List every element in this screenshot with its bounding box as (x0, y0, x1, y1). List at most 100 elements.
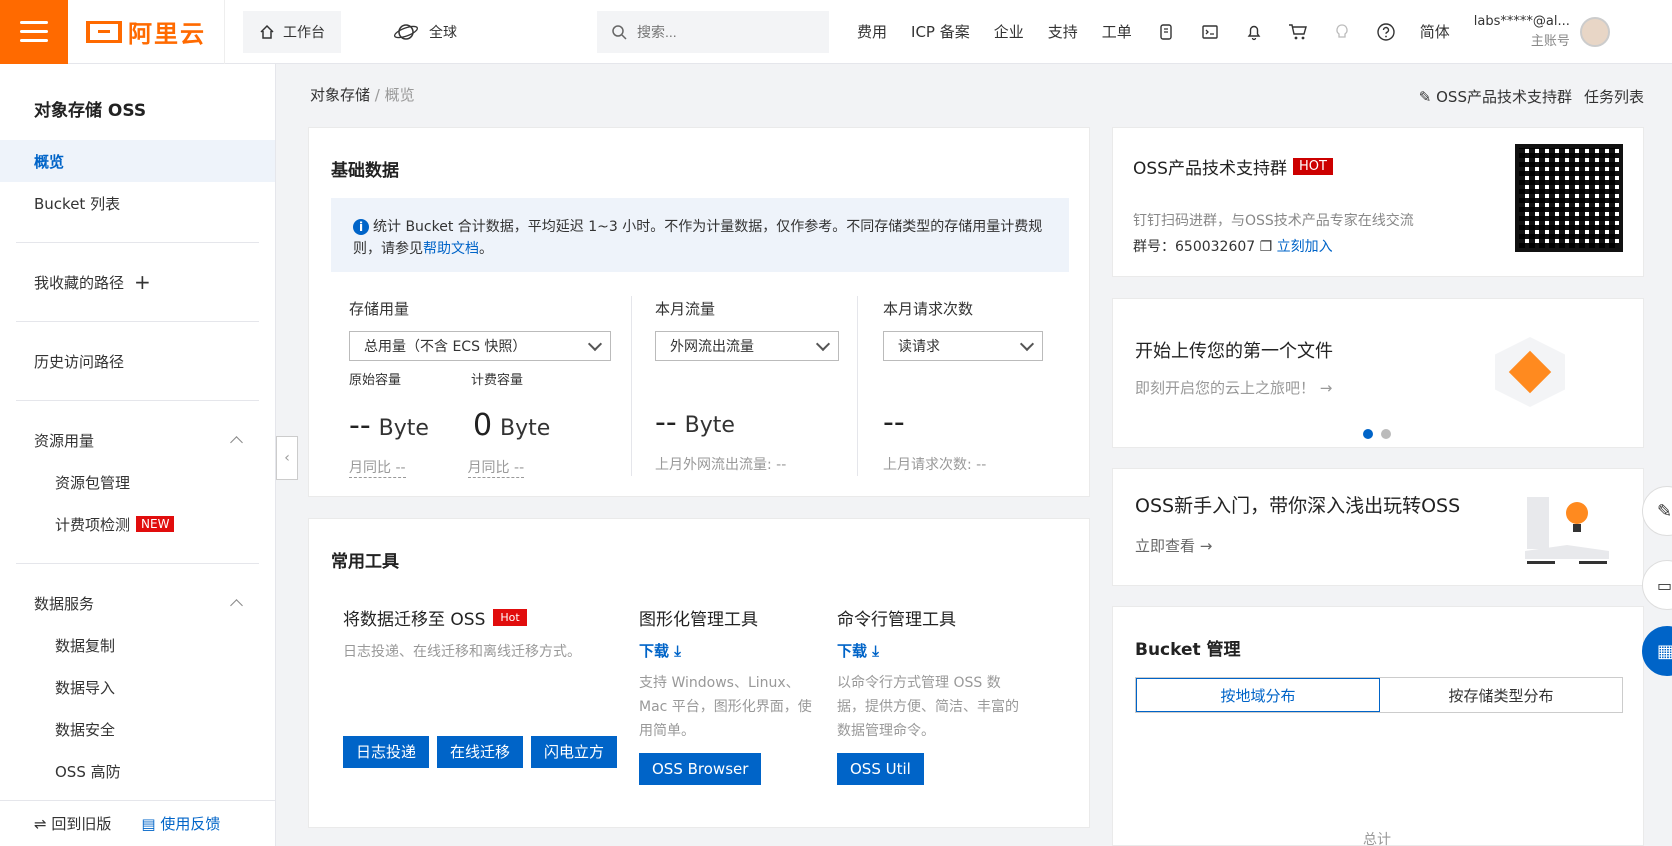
sidebar-item-bucket-list[interactable]: Bucket 列表 (0, 182, 275, 224)
workbench-label: 工作台 (283, 24, 325, 41)
nav-billing[interactable]: 费用 (857, 21, 887, 42)
avatar[interactable] (1579, 16, 1610, 47)
sidebar-group-resource[interactable]: 资源用量 (0, 419, 275, 461)
oss-browser-button[interactable]: OSS Browser (639, 753, 762, 785)
cart-icon[interactable] (1288, 22, 1308, 42)
logo[interactable]: 阿里云 (68, 0, 225, 64)
notice-end: 。 (479, 241, 493, 257)
sidebar-item-replication[interactable]: 数据复制 (0, 624, 275, 666)
nav-enterprise[interactable]: 企业 (994, 21, 1024, 42)
lightning-cube-button[interactable]: 闪电立方 (531, 736, 618, 768)
online-migrate-button[interactable]: 在线迁移 (437, 736, 524, 768)
divider (16, 242, 259, 243)
traffic-select[interactable]: 外网流出流量 (655, 331, 839, 361)
region-selector[interactable]: 全球 (393, 22, 457, 42)
favorites-label: 我收藏的路径 (34, 273, 125, 292)
guide-card[interactable]: OSS新手入门，带你深入浅出玩转OSS 立即查看 → (1112, 468, 1644, 586)
gui-desc: 支持 Windows、Linux、Mac 平台，图形化界面，使用简单。 (639, 675, 812, 739)
divider (16, 321, 259, 322)
search-input[interactable] (637, 23, 797, 40)
oss-util-button[interactable]: OSS Util (837, 753, 924, 785)
tools-card: 常用工具 将数据迁移至 OSS Hot 日志投递、在线迁移和离线迁移方式。 日志投… (308, 518, 1090, 828)
lightbulb-icon[interactable] (1332, 22, 1352, 42)
tab-by-region[interactable]: 按地域分布 (1136, 678, 1380, 712)
storage-select[interactable]: 总用量（不含 ECS 快照） (349, 331, 611, 361)
help-doc-link[interactable]: 帮助文档 (423, 241, 479, 257)
upload-banner-card[interactable]: 开始上传您的第一个文件 即刻开启您的云上之旅吧！ → (1112, 298, 1644, 448)
sidebar-item-overview[interactable]: 概览 (0, 140, 275, 182)
edit-float-button[interactable]: ✎ (1642, 486, 1672, 536)
raw-mom-compare[interactable]: 月同比 -- (349, 457, 406, 478)
back-old-version-link[interactable]: ⇌ 回到旧版 (34, 813, 111, 834)
requests-prev: 上月请求次数: -- (883, 457, 987, 473)
sidebar-item-ddos[interactable]: OSS 高防 (0, 750, 275, 792)
sidebar-item-security[interactable]: 数据安全 (0, 708, 275, 750)
support-group-label: OSS产品技术支持群 (1436, 88, 1572, 106)
chevron-up-icon (230, 599, 243, 612)
add-icon[interactable]: + (134, 270, 151, 294)
requests-column: 本月请求次数 读请求 -- 上月请求次数: -- (883, 298, 1043, 474)
carousel-dot[interactable] (1381, 429, 1391, 439)
globe-icon (393, 23, 419, 40)
sidebar-collapse-button[interactable]: ‹ (276, 436, 298, 480)
workbench-button[interactable]: 工作台 (243, 10, 341, 53)
task-list-link[interactable]: 任务列表 (1584, 86, 1644, 107)
support-group-card: OSS产品技术支持群 HOT 钉钉扫码进群，与OSS技术产品专家在线交流 群号：6… (1112, 127, 1644, 277)
sidebar-item-import[interactable]: 数据导入 (0, 666, 275, 708)
group-number: 群号：650032607 (1133, 239, 1256, 255)
account-name: labs*****@al... (1473, 13, 1570, 29)
nav-ticket[interactable]: 工单 (1102, 21, 1132, 42)
bell-icon[interactable] (1244, 22, 1264, 42)
account-menu[interactable]: labs*****@al... 主账号 (1474, 12, 1570, 52)
back-old-label: 回到旧版 (51, 815, 112, 833)
qr-desc: 钉钉扫码进群，与OSS技术产品专家在线交流 群号：650032607 ❐ 立刻加… (1133, 208, 1414, 260)
search-icon (612, 24, 627, 40)
sidebar-group-data[interactable]: 数据服务 (0, 582, 275, 624)
requests-select[interactable]: 读请求 (883, 331, 1043, 361)
chevron-up-icon (230, 436, 243, 449)
storage-compare: 月同比 -- 月同比 -- (349, 457, 611, 478)
chevron-left-icon: ‹ (284, 450, 290, 466)
copy-icon[interactable]: ❐ (1260, 239, 1273, 255)
nav-icp[interactable]: ICP 备案 (911, 21, 970, 42)
sidebar-item-history[interactable]: 历史访问路径 (0, 340, 275, 382)
chevron-down-icon (1019, 336, 1035, 351)
top-nav: 费用 ICP 备案 企业 支持 工单 简体 (857, 21, 1450, 42)
search-box[interactable] (597, 10, 829, 53)
hot-badge: Hot (493, 609, 527, 626)
migrate-tool: 将数据迁移至 OSS Hot 日志投递、在线迁移和离线迁移方式。 日志投递 在线迁移… (343, 605, 623, 768)
migrate-desc: 日志投递、在线迁移和离线迁移方式。 (343, 644, 581, 660)
gui-tool: 图形化管理工具 下载 ⤓ 支持 Windows、Linux、Mac 平台，图形化… (639, 605, 819, 785)
resource-group-label: 资源用量 (34, 431, 95, 450)
migrate-buttons: 日志投递 在线迁移 闪电立方 (343, 736, 623, 768)
join-link[interactable]: 立刻加入 (1277, 239, 1333, 255)
nav-support[interactable]: 支持 (1048, 21, 1078, 42)
upload-sub[interactable]: 即刻开启您的云上之旅吧！ → (1135, 377, 1332, 398)
basic-data-title: 基础数据 (331, 161, 399, 181)
feedback-link[interactable]: ▤ 使用反馈 (141, 813, 220, 834)
log-delivery-button[interactable]: 日志投递 (343, 736, 430, 768)
sidebar-item-favorites[interactable]: 我收藏的路径 + (0, 261, 275, 303)
help-icon[interactable] (1376, 22, 1396, 42)
menu-icon[interactable] (0, 0, 68, 64)
dns-icon[interactable] (1156, 22, 1176, 42)
terminal-icon[interactable] (1200, 22, 1220, 42)
support-group-link[interactable]: ✎ OSS产品技术支持群 (1419, 86, 1572, 107)
bucket-tabs: 按地域分布 按存储类型分布 (1135, 677, 1623, 713)
billed-mom-compare[interactable]: 月同比 -- (467, 457, 525, 478)
cli-desc: 以命令行方式管理 OSS 数据，提供方便、简洁、丰富的数据管理命令。 (837, 675, 1019, 739)
sidebar-item-package[interactable]: 资源包管理 (0, 461, 275, 503)
language-switch[interactable]: 简体 (1420, 21, 1450, 42)
chat-float-button[interactable]: ▭ (1642, 560, 1672, 610)
requests-label: 本月请求次数 (883, 300, 974, 318)
storage-column: 存储用量 总用量（不含 ECS 快照） 原始容量 计费容量 -- Byte 0 By… (349, 298, 611, 478)
guide-sub[interactable]: 立即查看 → (1135, 535, 1212, 556)
breadcrumb-root[interactable]: 对象存储 (310, 86, 370, 104)
cli-download-link[interactable]: 下载 ⤓ (837, 640, 1027, 661)
apps-float-button[interactable]: ▦ (1642, 626, 1672, 676)
tab-by-storage-class[interactable]: 按存储类型分布 (1380, 678, 1622, 712)
carousel-dot[interactable] (1363, 429, 1373, 439)
sidebar-item-billing-check[interactable]: 计费项检测 NEW (0, 503, 275, 545)
home-icon (260, 24, 274, 39)
gui-download-link[interactable]: 下载 ⤓ (639, 640, 819, 661)
